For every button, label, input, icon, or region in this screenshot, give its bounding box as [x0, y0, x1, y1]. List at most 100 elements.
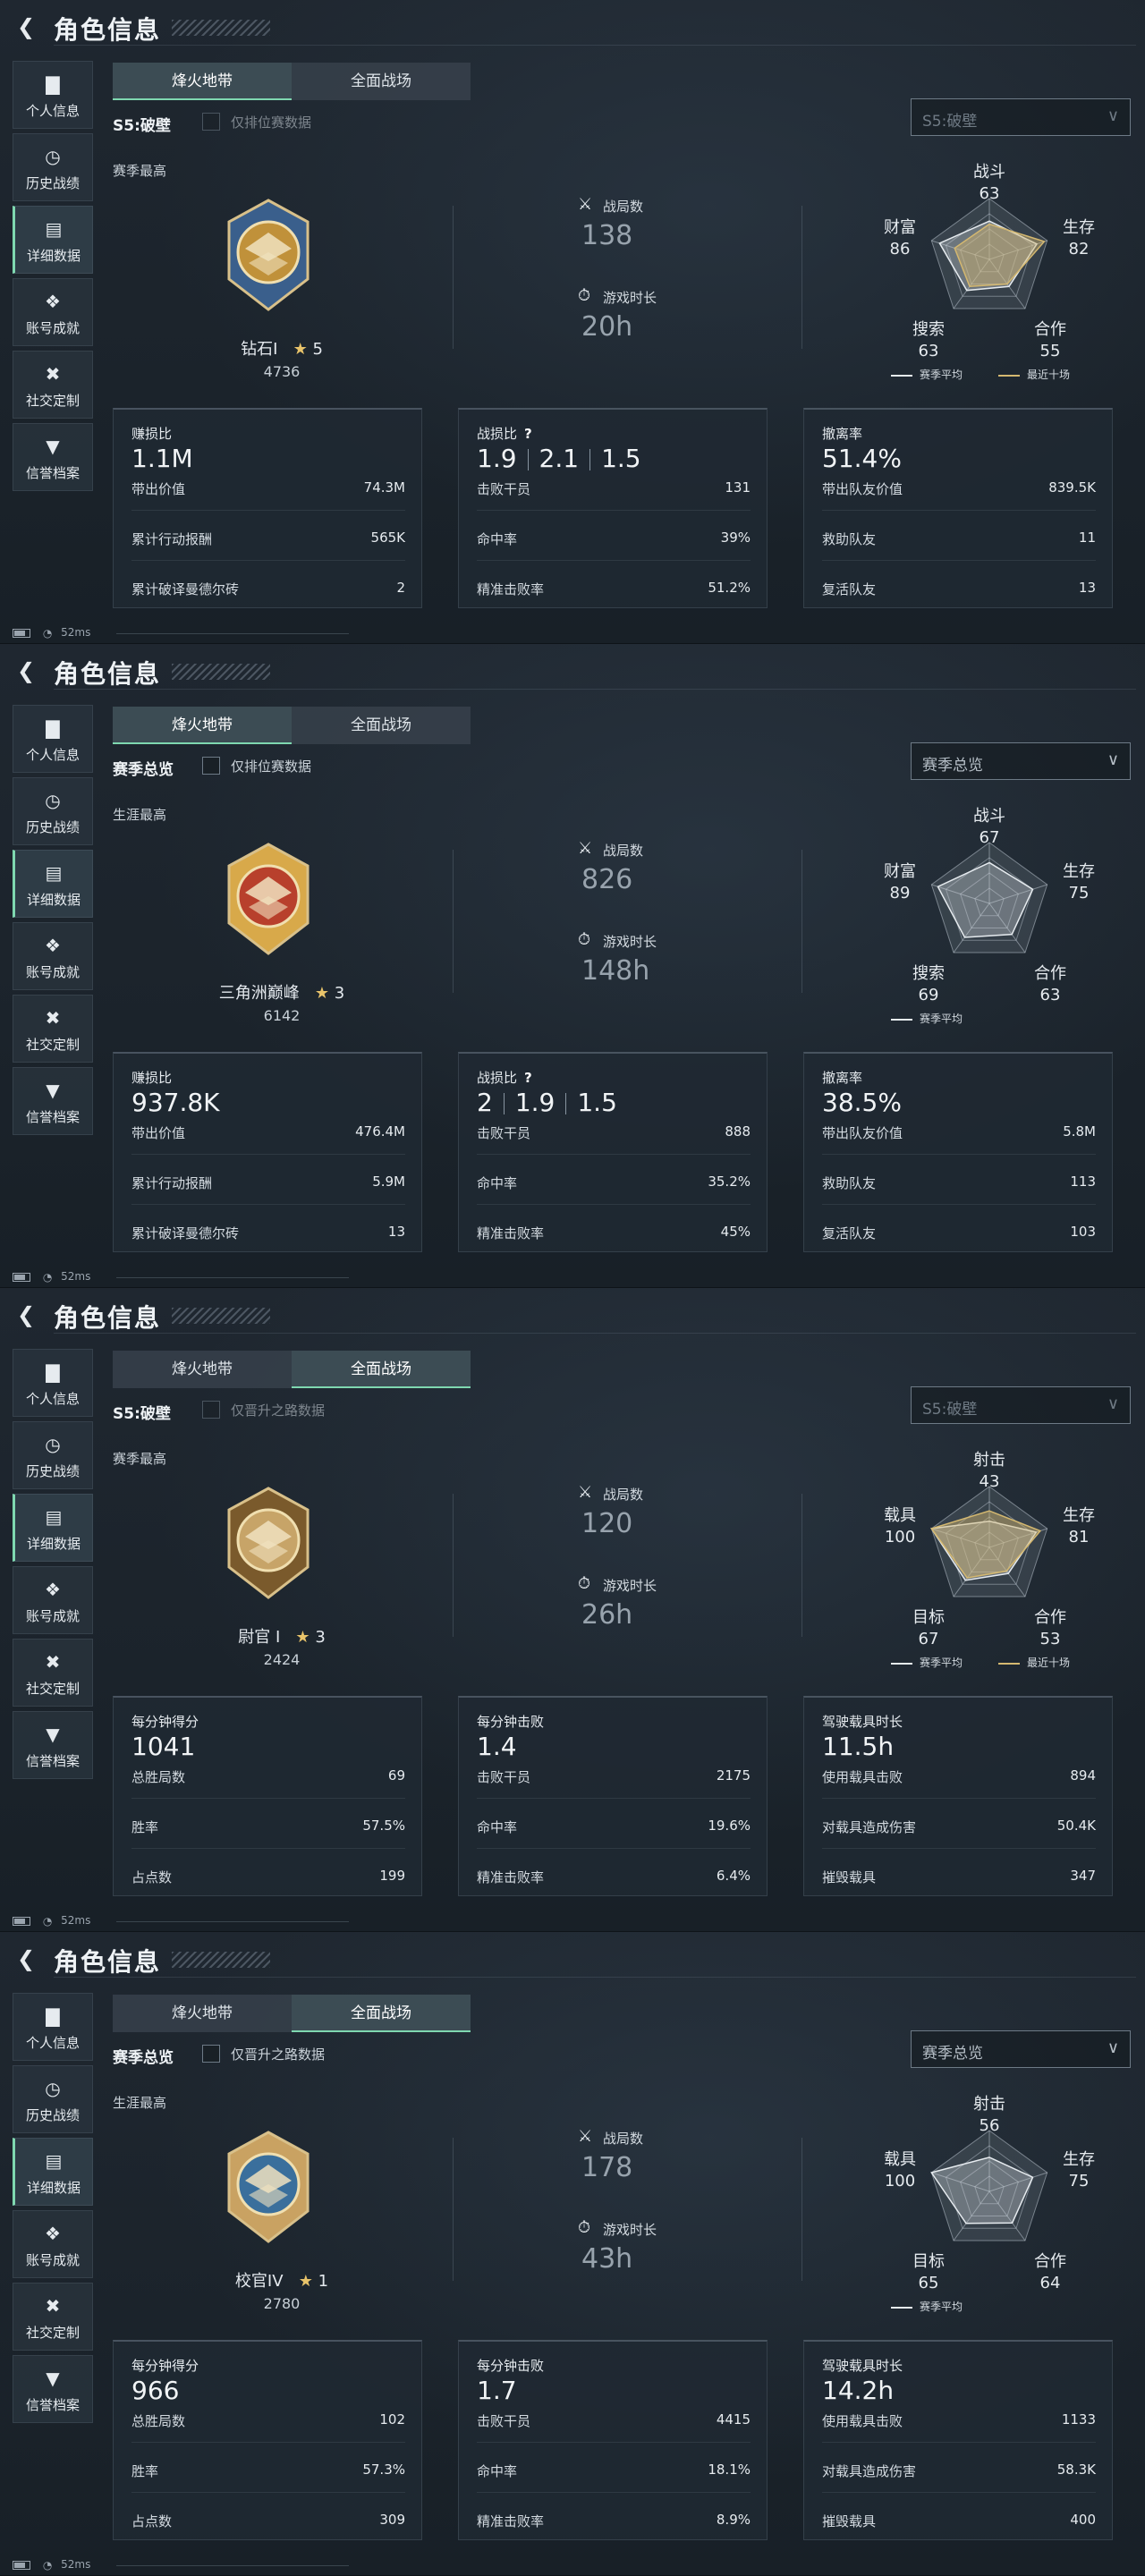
radar-axis-label: 生存 — [1063, 2150, 1095, 2169]
legend-avg-label: 赛季平均 — [920, 2301, 963, 2313]
help-icon[interactable]: ? — [524, 1070, 532, 1086]
header: ❮ 角色信息 — [0, 1932, 1145, 1987]
sidebar-item-history[interactable]: ◷ 历史战绩 — [13, 2065, 93, 2133]
season-select[interactable]: 赛季总览 ∨ — [911, 2030, 1131, 2068]
sidebar-item-label: 详细数据 — [26, 892, 81, 908]
shield-icon: ▼ — [46, 1724, 60, 1745]
sidebar-item-achievements[interactable]: ❖ 账号成就 — [13, 278, 93, 346]
season-select[interactable]: S5:破壁 ∨ — [911, 1386, 1131, 1424]
back-arrow-icon[interactable]: ❮ — [13, 1302, 39, 1329]
sidebar-item-reputation[interactable]: ▼ 信誉档案 — [13, 1067, 93, 1135]
card-row-label: 总胜局数 — [131, 1769, 186, 1785]
sidebar-item-detailed-data[interactable]: ▤ 详细数据 — [13, 206, 93, 274]
card-row-label: 命中率 — [477, 531, 518, 547]
sidebar-item-reputation[interactable]: ▼ 信誉档案 — [13, 1711, 93, 1779]
card-title-text: 赚损比 — [131, 426, 173, 442]
sidebar-item-achievements[interactable]: ❖ 账号成就 — [13, 1566, 93, 1634]
card-title: 赚损比 — [131, 1068, 172, 1087]
device-status-bar: ◔ 52ms — [13, 1914, 90, 1928]
card-row: 总胜局数 69 — [131, 1767, 405, 1787]
card-title-text: 撤离率 — [822, 1070, 863, 1086]
rank-score: 2424 — [263, 1651, 301, 1668]
card-row-value: 13 — [387, 1224, 405, 1240]
sidebar-item-history[interactable]: ◷ 历史战绩 — [13, 133, 93, 201]
back-arrow-icon[interactable]: ❮ — [13, 14, 39, 41]
sidebar-item-reputation[interactable]: ▼ 信誉档案 — [13, 2355, 93, 2423]
card-title-text: 战损比 — [477, 426, 518, 442]
sidebar-item-history[interactable]: ◷ 历史战绩 — [13, 777, 93, 845]
row-divider — [131, 1798, 405, 1799]
ratio-value: 2.1 — [539, 444, 580, 473]
chevron-down-icon: ∨ — [1107, 750, 1119, 769]
sidebar-item-social[interactable]: ✖ 社交定制 — [13, 995, 93, 1063]
sidebar-item-achievements[interactable]: ❖ 账号成就 — [13, 2210, 93, 2278]
star-icon: ★ — [304, 984, 330, 1003]
sidebar-item-label: 社交定制 — [25, 2325, 80, 2341]
radar-axis-label: 目标 — [912, 1608, 945, 1627]
chevron-down-icon: ∨ — [1107, 2038, 1119, 2057]
sidebar-item-achievements[interactable]: ❖ 账号成就 — [13, 922, 93, 990]
best-rank-label: 赛季最高 — [113, 163, 167, 179]
playtime-value: 26h — [581, 1599, 633, 1631]
card-main-value: 1041 — [131, 1732, 196, 1761]
card-row-label: 对载具造成伤害 — [822, 1819, 917, 1835]
ranked-only-checkbox[interactable] — [202, 2045, 220, 2063]
tab-operations[interactable]: 烽火地带 — [113, 63, 292, 100]
rank-stars-count: 5 — [312, 340, 323, 359]
help-icon[interactable]: ? — [524, 426, 532, 442]
ranked-only-checkbox[interactable] — [202, 1401, 220, 1419]
sidebar-item-social[interactable]: ✖ 社交定制 — [13, 2283, 93, 2351]
row-divider — [822, 1848, 1096, 1849]
season-select[interactable]: 赛季总览 ∨ — [911, 742, 1131, 780]
sidebar-item-history[interactable]: ◷ 历史战绩 — [13, 1421, 93, 1489]
tab-warfare[interactable]: 全面战场 — [292, 63, 471, 100]
row-divider — [822, 2442, 1096, 2443]
card-row-label: 命中率 — [477, 1819, 518, 1835]
sidebar-item-detailed-data[interactable]: ▤ 详细数据 — [13, 2138, 93, 2206]
tab-warfare[interactable]: 全面战场 — [292, 1995, 471, 2032]
tab-warfare[interactable]: 全面战场 — [292, 1351, 471, 1388]
sidebar-item-personal-info[interactable]: ▇ 个人信息 — [13, 61, 93, 129]
card-row-label: 复活队友 — [822, 1225, 877, 1241]
tab-operations[interactable]: 烽火地带 — [113, 707, 292, 744]
matches-value: 826 — [581, 864, 633, 895]
card-title: 驾驶载具时长 — [822, 2356, 903, 2375]
card-title: 撤离率 — [822, 1068, 862, 1087]
ranked-only-checkbox[interactable] — [202, 113, 220, 131]
back-arrow-icon[interactable]: ❮ — [13, 658, 39, 685]
tab-operations[interactable]: 烽火地带 — [113, 1995, 292, 2032]
season-select[interactable]: S5:破壁 ∨ — [911, 98, 1131, 136]
back-arrow-icon[interactable]: ❮ — [13, 1946, 39, 1973]
card-row: 命中率 39% — [477, 530, 751, 549]
sidebar-item-personal-info[interactable]: ▇ 个人信息 — [13, 1993, 93, 2061]
radar-axis-value: 56 — [980, 2116, 1000, 2135]
row-divider — [477, 510, 751, 511]
row-divider — [477, 1848, 751, 1849]
radar-axis-label: 目标 — [912, 2252, 945, 2271]
rank-emblem-icon — [227, 199, 310, 311]
card-row-label: 带出队友价值 — [822, 1125, 903, 1141]
sidebar-item-reputation[interactable]: ▼ 信誉档案 — [13, 423, 93, 491]
card-row-label: 累计破译曼德尔砖 — [131, 581, 240, 597]
season-select-value: 赛季总览 — [922, 757, 983, 775]
sidebar-item-personal-info[interactable]: ▇ 个人信息 — [13, 1349, 93, 1417]
device-status-bar: ◔ 52ms — [13, 1270, 90, 1284]
row-divider — [477, 1154, 751, 1155]
crossed-swords-icon: ⚔ — [578, 839, 593, 858]
stats-card: 每分钟得分 966 总胜局数 102 胜率 57.3% 占点数 309 — [113, 2340, 422, 2540]
sidebar-item-detailed-data[interactable]: ▤ 详细数据 — [13, 1494, 93, 1562]
sidebar: ▇ 个人信息 ◷ 历史战绩 ▤ 详细数据 ❖ 账号成就 ✖ 社交定制 ▼ 信誉档… — [13, 61, 93, 496]
card-row-label: 胜率 — [131, 1819, 159, 1835]
card-title: 撤离率 — [822, 424, 862, 443]
tab-warfare[interactable]: 全面战场 — [292, 707, 471, 744]
battery-icon — [13, 1916, 30, 1926]
ranked-only-checkbox[interactable] — [202, 757, 220, 775]
sidebar-item-label: 历史战绩 — [25, 1463, 80, 1479]
sidebar-item-social[interactable]: ✖ 社交定制 — [13, 351, 93, 419]
sidebar-item-detailed-data[interactable]: ▤ 详细数据 — [13, 850, 93, 918]
sidebar-item-social[interactable]: ✖ 社交定制 — [13, 1639, 93, 1707]
tab-operations[interactable]: 烽火地带 — [113, 1351, 292, 1388]
sidebar-item-personal-info[interactable]: ▇ 个人信息 — [13, 705, 93, 773]
card-row-label: 总胜局数 — [131, 2413, 186, 2429]
playtime-value: 20h — [581, 311, 633, 343]
